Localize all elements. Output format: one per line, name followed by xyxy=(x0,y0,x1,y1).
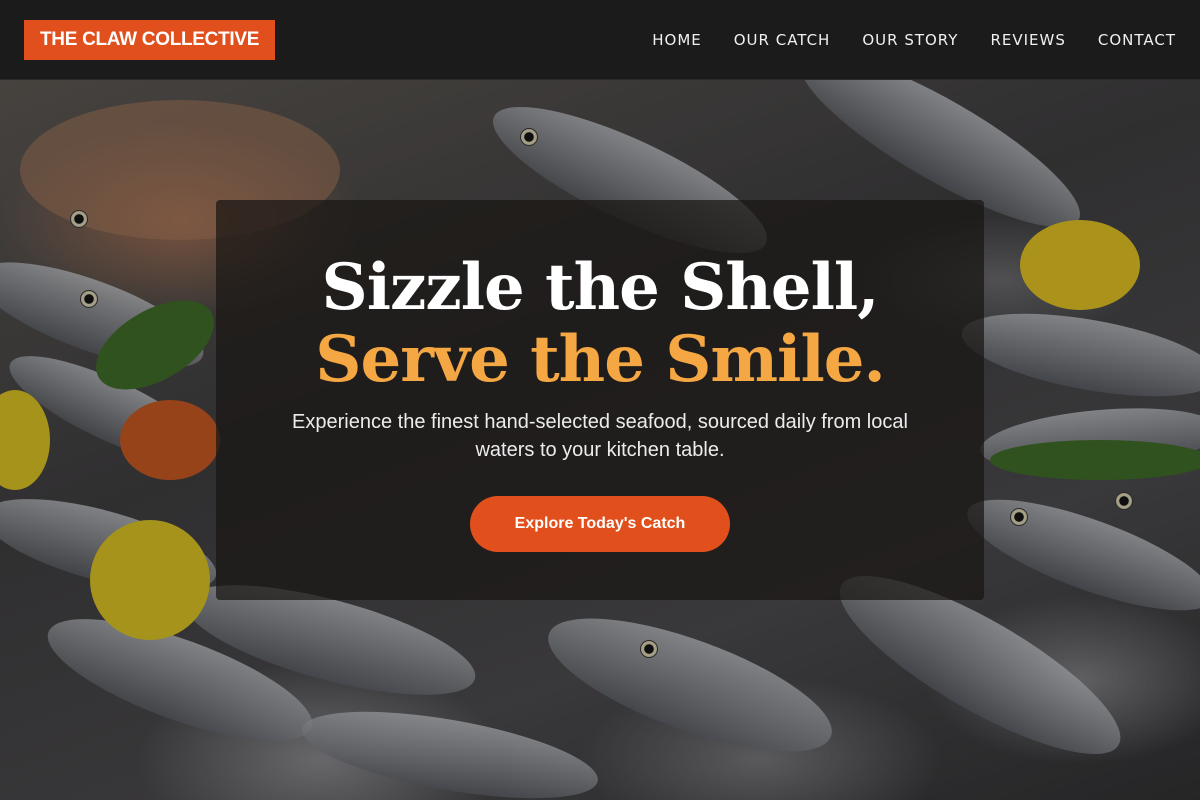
nav-our-story[interactable]: OUR STORY xyxy=(862,31,958,49)
main-menu: HOME OUR CATCH OUR STORY REVIEWS CONTACT xyxy=(652,0,1176,80)
hero-headline-line2: Serve the Smile. xyxy=(315,322,886,397)
hero-subtitle: Experience the finest hand-selected seaf… xyxy=(292,411,908,461)
hero-headline-line1: Sizzle the Shell, xyxy=(321,250,880,325)
nav-reviews[interactable]: REVIEWS xyxy=(990,31,1065,49)
top-navbar: THE CLAW COLLECTIVE HOME OUR CATCH OUR S… xyxy=(0,0,1200,80)
nav-our-catch[interactable]: OUR CATCH xyxy=(734,31,831,49)
nav-contact[interactable]: CONTACT xyxy=(1098,31,1176,49)
hero-card: Sizzle the Shell, Serve the Smile. Exper… xyxy=(216,200,984,600)
explore-catch-button[interactable]: Explore Today's Catch xyxy=(470,496,730,552)
brand-logo[interactable]: THE CLAW COLLECTIVE xyxy=(24,20,276,60)
nav-home[interactable]: HOME xyxy=(652,31,702,49)
